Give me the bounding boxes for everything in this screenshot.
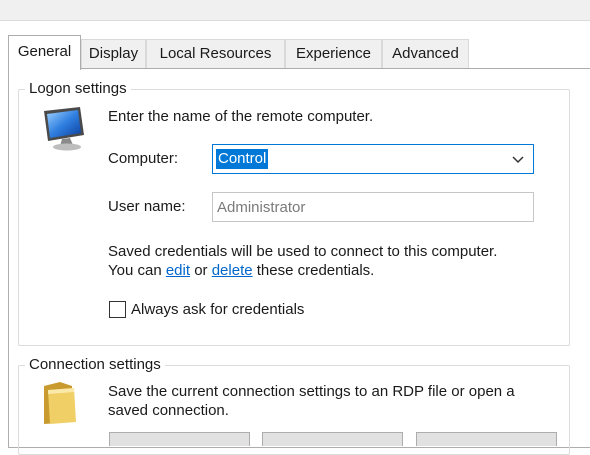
saved-suffix: these credentials. (256, 262, 375, 279)
save-as-button[interactable] (262, 432, 403, 446)
connection-settings-legend: Connection settings (25, 356, 165, 374)
or-text: or (194, 262, 208, 279)
computer-label: Computer: (108, 150, 179, 167)
logon-intro-text: Enter the name of the remote computer. (108, 108, 374, 125)
saved-credentials-text: Saved credentials will be used to connec… (108, 243, 498, 260)
open-button[interactable] (416, 432, 557, 446)
monitor-icon (40, 105, 92, 153)
saved-prefix: You can (108, 262, 162, 279)
computer-combobox[interactable]: Control (212, 144, 534, 174)
connection-text-line2: saved connection. (108, 402, 229, 419)
tab-local-resources[interactable]: Local Resources (146, 39, 285, 68)
window-top-strip (0, 0, 590, 21)
username-label: User name: (108, 198, 186, 215)
computer-value[interactable]: Control (216, 149, 269, 169)
tab-general[interactable]: General (8, 35, 81, 70)
folder-icon (42, 380, 78, 426)
tab-display[interactable]: Display (81, 39, 146, 68)
saved-credentials-actions: You can edit or delete these credentials… (108, 262, 374, 280)
edit-credentials-link[interactable]: edit (166, 262, 190, 279)
tab-experience[interactable]: Experience (285, 39, 382, 68)
chevron-down-icon[interactable] (511, 152, 525, 170)
logon-settings-legend: Logon settings (25, 80, 131, 98)
connection-text-line1: Save the current connection settings to … (108, 383, 515, 400)
tab-advanced[interactable]: Advanced (382, 39, 469, 68)
always-ask-label[interactable]: Always ask for credentials (131, 301, 304, 319)
save-button[interactable] (109, 432, 250, 446)
username-field[interactable] (212, 192, 534, 222)
username-input[interactable] (213, 193, 533, 221)
always-ask-checkbox[interactable] (109, 301, 126, 318)
delete-credentials-link[interactable]: delete (212, 262, 253, 279)
